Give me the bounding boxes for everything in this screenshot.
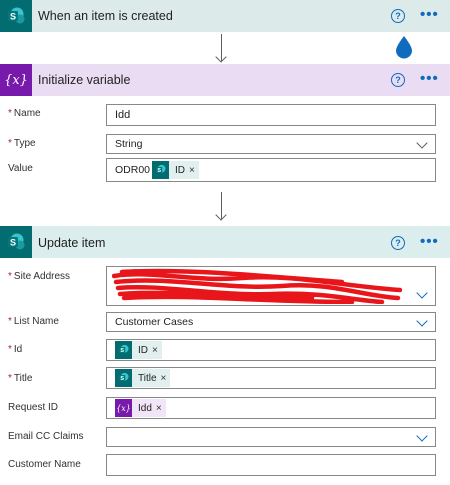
sharepoint-icon: S bbox=[0, 226, 32, 258]
site-address-label: * Site Address bbox=[8, 271, 71, 282]
remove-token-icon[interactable]: × bbox=[152, 345, 162, 356]
id-field[interactable]: S ID × bbox=[106, 339, 436, 361]
trigger-card-header[interactable]: S When an item is created ? ••• bbox=[0, 0, 450, 32]
more-options-icon[interactable]: ••• bbox=[420, 71, 439, 86]
type-label: * Type bbox=[8, 138, 36, 149]
update-item-card-header[interactable]: S Update item ? ••• bbox=[0, 226, 450, 258]
request-id-field[interactable]: {x} Idd × bbox=[106, 397, 436, 419]
id-token[interactable]: S ID × bbox=[152, 161, 199, 179]
init-variable-title: Initialize variable bbox=[38, 73, 131, 87]
variable-icon: {x} bbox=[115, 399, 132, 417]
update-item-title: Update item bbox=[38, 236, 106, 250]
title-label: * Title bbox=[8, 373, 33, 384]
help-icon[interactable]: ? bbox=[391, 236, 405, 250]
sharepoint-icon: S bbox=[0, 0, 32, 32]
customer-name-field[interactable] bbox=[106, 454, 436, 476]
svg-text:S: S bbox=[10, 12, 16, 22]
more-options-icon[interactable]: ••• bbox=[420, 7, 439, 22]
email-cc-claims-label: Email CC Claims bbox=[8, 431, 84, 442]
type-dropdown[interactable]: String bbox=[106, 134, 436, 154]
value-field[interactable]: ODR00 S ID × bbox=[106, 158, 436, 182]
id-token[interactable]: S ID × bbox=[115, 341, 162, 359]
trigger-title: When an item is created bbox=[38, 9, 173, 23]
svg-text:S: S bbox=[10, 238, 16, 248]
chevron-down-icon bbox=[416, 287, 428, 299]
redaction-scribble bbox=[112, 268, 402, 304]
list-name-dropdown[interactable]: Customer Cases bbox=[106, 312, 436, 332]
svg-text:S: S bbox=[157, 168, 161, 174]
customer-name-label: Customer Name bbox=[8, 459, 81, 470]
init-variable-card-header[interactable]: {x} Initialize variable ? ••• bbox=[0, 64, 450, 96]
chevron-down-icon bbox=[416, 315, 428, 327]
request-id-label: Request ID bbox=[8, 402, 59, 413]
help-icon[interactable]: ? bbox=[391, 73, 405, 87]
sharepoint-icon: S bbox=[152, 161, 170, 179]
chevron-down-icon bbox=[416, 430, 428, 442]
sharepoint-icon: S bbox=[115, 341, 132, 359]
name-label: * Name bbox=[8, 108, 41, 119]
svg-text:S: S bbox=[120, 348, 124, 354]
chevron-down-icon bbox=[416, 137, 428, 149]
sharepoint-icon: S bbox=[115, 369, 132, 387]
id-label: * Id bbox=[8, 344, 23, 355]
list-name-label: * List Name bbox=[8, 316, 59, 327]
remove-token-icon[interactable]: × bbox=[161, 373, 171, 384]
title-field[interactable]: S Title × bbox=[106, 367, 436, 389]
email-cc-claims-dropdown[interactable] bbox=[106, 427, 436, 447]
droplet-icon bbox=[396, 36, 412, 59]
connector-arrow-icon bbox=[215, 209, 227, 221]
help-icon[interactable]: ? bbox=[391, 9, 405, 23]
idd-token[interactable]: {x} Idd × bbox=[115, 399, 166, 417]
connector-arrow-icon bbox=[215, 51, 227, 63]
remove-token-icon[interactable]: × bbox=[156, 403, 166, 414]
title-token[interactable]: S Title × bbox=[115, 369, 171, 387]
svg-text:S: S bbox=[120, 376, 124, 382]
variable-icon: {x} bbox=[0, 64, 32, 96]
value-label: Value bbox=[8, 163, 33, 174]
more-options-icon[interactable]: ••• bbox=[420, 234, 439, 249]
remove-token-icon[interactable]: × bbox=[189, 165, 199, 176]
name-field[interactable]: Idd bbox=[106, 104, 436, 126]
